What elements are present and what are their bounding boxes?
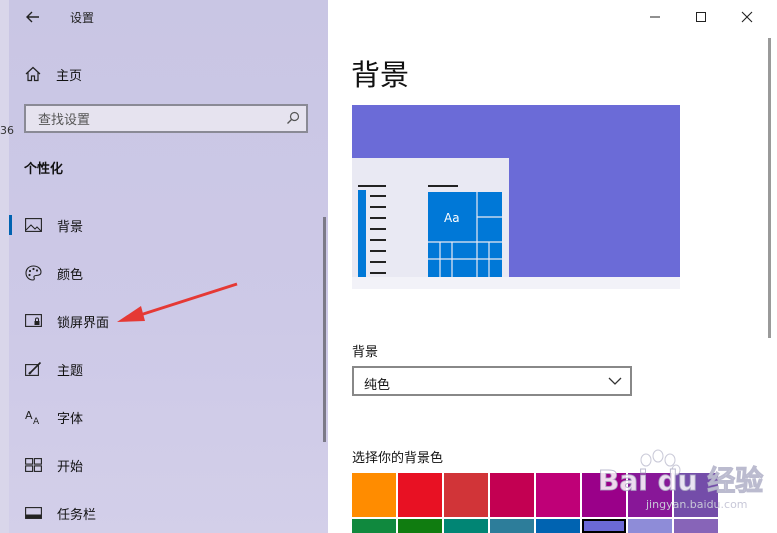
color-swatch[interactable] [444,519,488,533]
color-swatch[interactable] [444,473,488,517]
sidebar-item-taskbar[interactable]: 任务栏 [0,496,318,530]
edge-text: 36 [0,124,14,137]
maximize-button[interactable] [678,4,724,30]
maximize-icon [696,12,706,22]
watermark-url: jingyan.baidu.com [646,498,748,511]
color-swatch[interactable] [536,519,580,533]
color-swatch[interactable] [352,473,396,517]
color-swatch[interactable] [674,519,718,533]
sidebar-item-start[interactable]: 开始 [0,448,318,482]
page-title: 背景 [351,58,410,92]
home-label: 主页 [56,68,83,84]
sidebar-item-themes[interactable]: 主题 [0,352,318,386]
settings-nav-pane: 36 设置 主页 个性化 背景 颜色 锁屏界 [0,0,328,533]
color-swatch[interactable] [398,519,442,533]
sidebar-item-background[interactable]: 背景 [0,208,318,242]
back-button[interactable] [22,6,44,28]
sidebar-item-label: 任务栏 [57,507,97,523]
section-title: 个性化 [24,162,64,177]
preview-tile-text: Aa [444,211,460,225]
sidebar-item-label: 背景 [57,219,84,235]
annotation-arrow [117,282,238,322]
content-scrollbar[interactable] [768,38,771,338]
palette-icon [24,265,42,281]
search-box[interactable] [24,104,308,133]
search-input[interactable] [36,111,280,129]
preview-taskbar [352,277,680,289]
sidebar-item-label: 锁屏界面 [57,315,110,331]
watermark-logo-text: Bai du 经验 [598,464,763,497]
background-label: 背景 [352,345,379,360]
lock-screen-icon [24,313,42,329]
color-swatch[interactable] [628,519,672,533]
start-tiles-icon [24,457,42,473]
nav-scrollbar[interactable] [323,217,326,442]
svg-text:A: A [25,409,33,422]
close-button[interactable] [724,4,770,30]
font-icon: AA [24,409,42,425]
back-arrow-icon [26,11,39,23]
sidebar-item-label: 主题 [57,363,84,379]
close-icon [741,11,753,23]
sidebar-item-label: 开始 [57,459,84,475]
sidebar-item-label: 字体 [57,411,84,427]
home-icon [25,66,41,82]
taskbar-icon [24,505,42,521]
color-swatch[interactable] [398,473,442,517]
picture-icon [24,217,42,233]
background-dropdown[interactable]: 纯色 [352,366,632,396]
theme-brush-icon [24,361,42,377]
preview-start-menu: Aa [352,158,509,280]
svg-text:A: A [33,417,40,425]
search-icon [287,111,300,124]
choose-color-label: 选择你的背景色 [352,451,444,466]
color-swatch[interactable] [490,473,534,517]
baidu-watermark-logo: Bai du 经验 [598,449,764,498]
sidebar-item-label: 颜色 [57,267,84,283]
minimize-icon [650,16,660,18]
chevron-down-icon [608,377,622,385]
color-swatch-selected[interactable] [582,519,626,533]
minimize-button[interactable] [632,4,678,30]
home-link[interactable]: 主页 [24,62,82,86]
app-title: 设置 [70,11,95,25]
sidebar-item-fonts[interactable]: AA 字体 [0,400,318,434]
background-preview: Aa [352,105,680,289]
background-dropdown-value: 纯色 [364,378,391,393]
color-swatch[interactable] [490,519,534,533]
color-swatch[interactable] [536,473,580,517]
color-swatch[interactable] [352,519,396,533]
